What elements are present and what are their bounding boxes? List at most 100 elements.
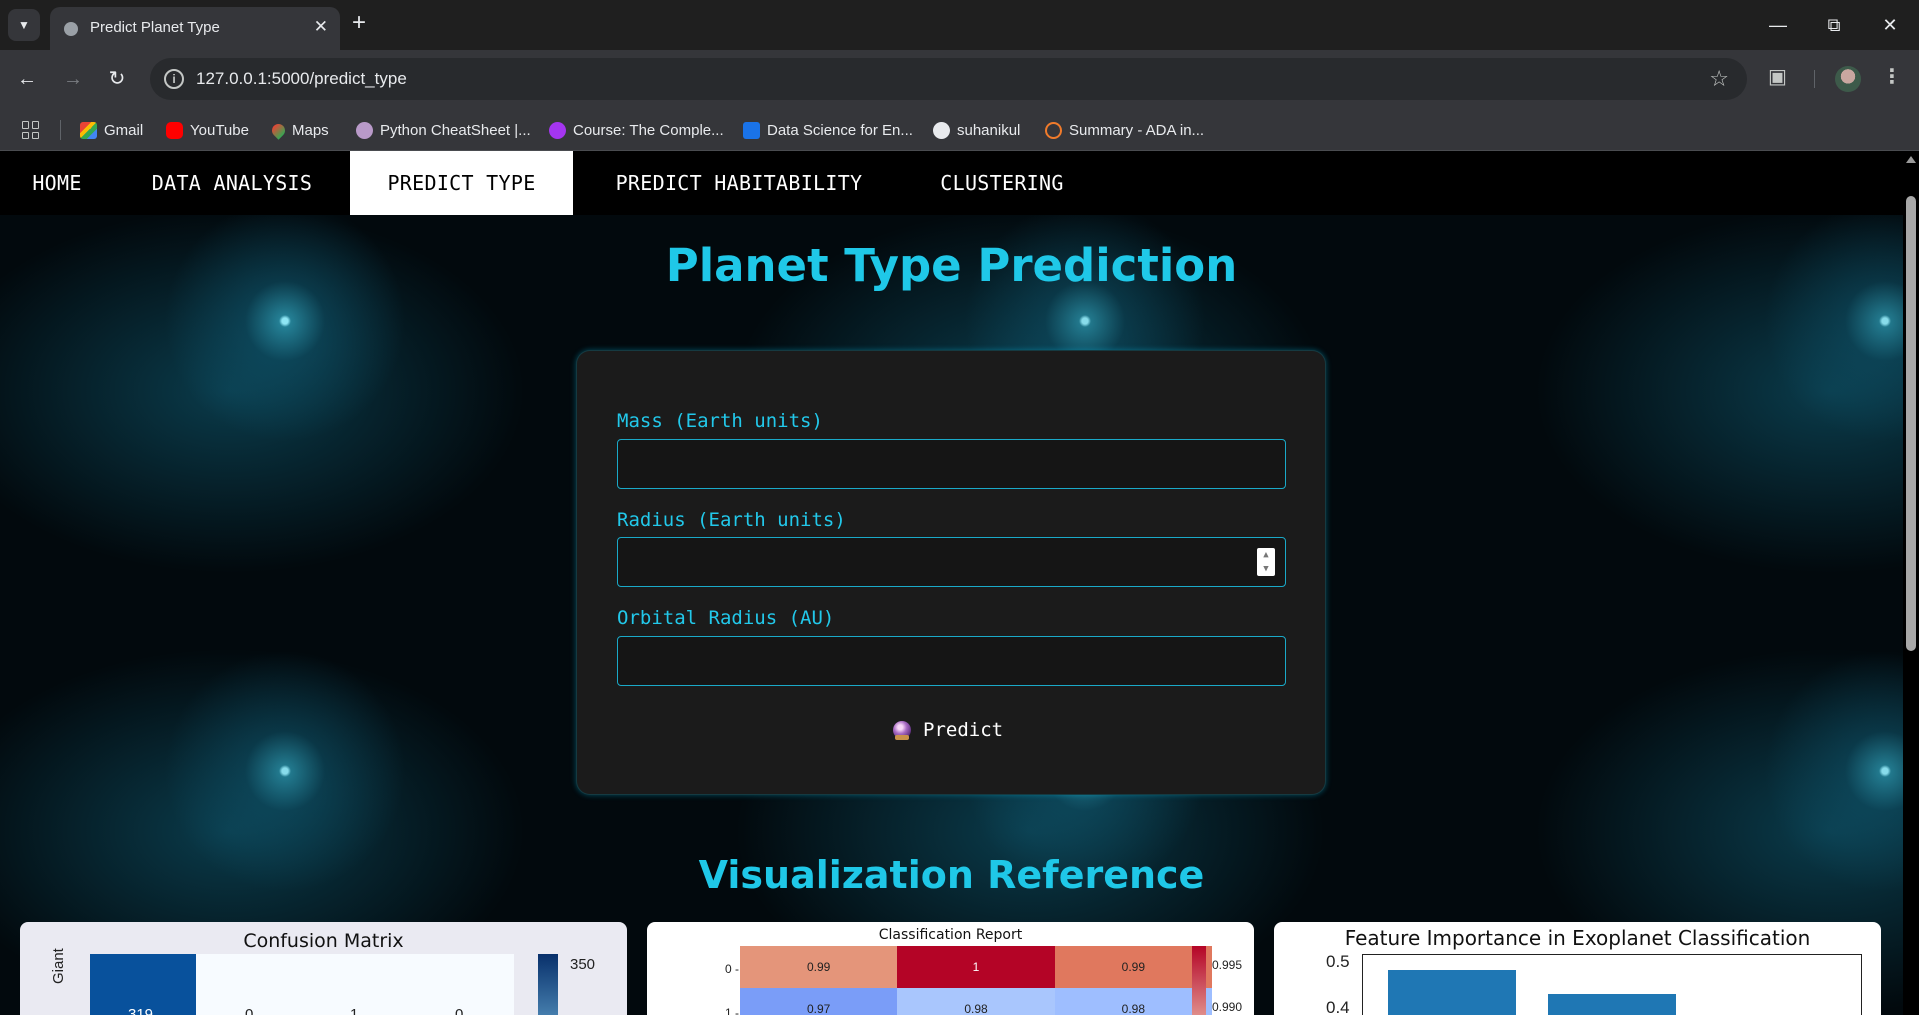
browser-chrome: ▼ Predict Planet Type ✕ + — ⧉ ✕ ← → ↻ i … <box>0 0 1919 151</box>
predict-button-label: Predict <box>923 719 1004 741</box>
minimize-button[interactable]: — <box>1758 10 1798 40</box>
classification-report-title: Classification Report <box>878 927 1023 943</box>
prediction-form: Mass (Earth units) Radius (Earth units) … <box>576 350 1326 795</box>
feature-importance-title: Feature Importance in Exoplanet Classifi… <box>1344 926 1811 950</box>
page-title: Planet Type Prediction <box>665 239 1238 292</box>
heatmap-cell: 1 <box>897 946 1055 988</box>
browser-toolbar: ← → ↻ i 127.0.0.1:5000/predict_type ☆ ▣ … <box>0 50 1919 108</box>
visualization-section-title: Visualization Reference <box>698 853 1205 897</box>
spin-up-icon[interactable]: ▲ <box>1257 548 1275 562</box>
bookmark-label: Python CheatSheet |... <box>380 121 531 139</box>
tab-strip: ▼ Predict Planet Type ✕ + — ⧉ ✕ <box>0 0 1919 50</box>
bookmark-summary-ada[interactable]: Summary - ADA in... <box>1045 119 1204 141</box>
page-scrollbar[interactable] <box>1905 156 1917 656</box>
bookmark-label: suhanikul <box>957 121 1021 139</box>
toolbar-divider <box>1814 70 1815 88</box>
address-bar[interactable]: i 127.0.0.1:5000/predict_type ☆ <box>150 58 1747 100</box>
importance-bar <box>1548 994 1676 1015</box>
orbital-radius-input[interactable] <box>617 636 1286 686</box>
apps-grid-icon[interactable] <box>22 121 40 139</box>
heatmap-cell: 0.98 <box>897 988 1055 1015</box>
predict-button[interactable]: Predict <box>893 713 1003 747</box>
heatmap-colorbar <box>1192 946 1206 1015</box>
bookmark-label: Data Science for En... <box>767 121 913 139</box>
confusion-colorbar <box>538 954 558 1015</box>
bookmark-github[interactable]: suhanikul <box>933 119 1020 141</box>
forward-icon[interactable]: → <box>58 64 88 94</box>
top-navbar: HOME DATA ANALYSIS PREDICT TYPE PREDICT … <box>0 151 1903 215</box>
confusion-value: 0 <box>245 1006 254 1015</box>
python-cheatsheet-icon <box>356 121 373 139</box>
feature-importance-card: Feature Importance in Exoplanet Classifi… <box>1274 922 1881 1015</box>
nav-home[interactable]: HOME <box>0 151 114 215</box>
nav-data-analysis[interactable]: DATA ANALYSIS <box>114 151 350 215</box>
row-tick: 1 - <box>725 1006 740 1015</box>
heatmap-cell: 0.99 <box>1054 946 1212 988</box>
page-viewport: HOME DATA ANALYSIS PREDICT TYPE PREDICT … <box>0 151 1903 1015</box>
nav-predict-habitability[interactable]: PREDICT HABITABILITY <box>573 151 905 215</box>
heatmap-cell: 0.98 <box>1054 988 1212 1015</box>
confusion-value: 319 <box>128 1006 154 1015</box>
youtube-icon <box>166 121 183 139</box>
colorbar-tick: 0.990 <box>1212 1000 1243 1014</box>
mass-label: Mass (Earth units) <box>617 410 823 432</box>
bookmark-label: Course: The Comple... <box>573 121 724 139</box>
bookmark-label: Summary - ADA in... <box>1069 121 1205 139</box>
new-tab-button[interactable]: + <box>352 11 366 35</box>
bookmark-gmail[interactable]: Gmail <box>80 119 143 141</box>
mass-input[interactable] <box>617 439 1286 489</box>
tab-title: Predict Planet Type <box>90 19 220 36</box>
github-icon <box>933 121 950 139</box>
heatmap-cell: 0.97 <box>740 988 898 1015</box>
bookmark-python-cheatsheet[interactable]: Python CheatSheet |... <box>356 119 531 141</box>
bookmark-data-science[interactable]: Data Science for En... <box>743 119 913 141</box>
importance-bar <box>1388 970 1516 1015</box>
spin-down-icon[interactable]: ▼ <box>1257 562 1275 576</box>
bookmark-label: Maps <box>292 121 329 139</box>
back-icon[interactable]: ← <box>12 64 42 94</box>
url-text[interactable]: 127.0.0.1:5000/predict_type <box>196 69 407 89</box>
scroll-up-icon[interactable] <box>1906 156 1916 163</box>
reload-icon[interactable]: ↻ <box>102 64 132 94</box>
bookmark-maps[interactable]: Maps <box>269 119 329 141</box>
colorbar-tick: 350 <box>570 956 596 973</box>
extensions-icon[interactable]: ▣ <box>1768 64 1787 89</box>
crystal-ball-icon <box>893 721 911 740</box>
nav-predict-type[interactable]: PREDICT TYPE <box>350 151 573 215</box>
data-science-icon <box>743 121 760 139</box>
bookmark-youtube[interactable]: YouTube <box>166 119 249 141</box>
bookmark-course[interactable]: Course: The Comple... <box>549 119 724 141</box>
y-tick: 0.5 <box>1326 952 1350 971</box>
more-menu-icon[interactable]: ⋮ <box>1882 64 1902 89</box>
confusion-matrix-title: Confusion Matrix <box>243 930 404 952</box>
confusion-row-label: Giant <box>50 948 67 984</box>
heatmap-cell: 0.99 <box>740 946 898 988</box>
gmail-icon <box>80 121 97 139</box>
globe-icon <box>64 22 78 36</box>
confusion-value: 0 <box>455 1006 464 1015</box>
y-tick: 0.4 <box>1326 998 1350 1015</box>
bookmark-star-icon[interactable]: ☆ <box>1709 66 1729 92</box>
udemy-icon <box>549 121 566 139</box>
bookmarks-divider <box>60 120 61 140</box>
maps-icon <box>269 120 288 140</box>
close-window-button[interactable]: ✕ <box>1870 10 1910 40</box>
scrollbar-thumb[interactable] <box>1906 196 1916 651</box>
classification-heatmap: 0.99 1 0.99 0.97 0.98 0.98 <box>740 946 1212 1015</box>
number-spinner[interactable]: ▲ ▼ <box>1257 548 1275 576</box>
browser-tab[interactable]: Predict Planet Type ✕ <box>50 7 340 50</box>
radius-input[interactable]: ▲ ▼ <box>617 537 1286 587</box>
restore-button[interactable]: ⧉ <box>1814 10 1854 40</box>
classification-report-card: Classification Report 0 - 1 - 0.99 1 0.9… <box>647 922 1254 1015</box>
orbital-radius-label: Orbital Radius (AU) <box>617 607 835 629</box>
site-info-icon[interactable]: i <box>164 69 184 89</box>
bookmark-label: YouTube <box>190 121 249 139</box>
nav-clustering[interactable]: CLUSTERING <box>905 151 1099 215</box>
confusion-value: 1 <box>350 1006 359 1015</box>
colorbar-tick: 0.995 <box>1212 958 1243 972</box>
profile-avatar[interactable] <box>1835 66 1861 92</box>
tab-search-button[interactable]: ▼ <box>8 9 40 41</box>
row-tick: 0 - <box>725 962 740 976</box>
close-tab-icon[interactable]: ✕ <box>314 17 328 37</box>
cloud-icon <box>1045 121 1062 139</box>
